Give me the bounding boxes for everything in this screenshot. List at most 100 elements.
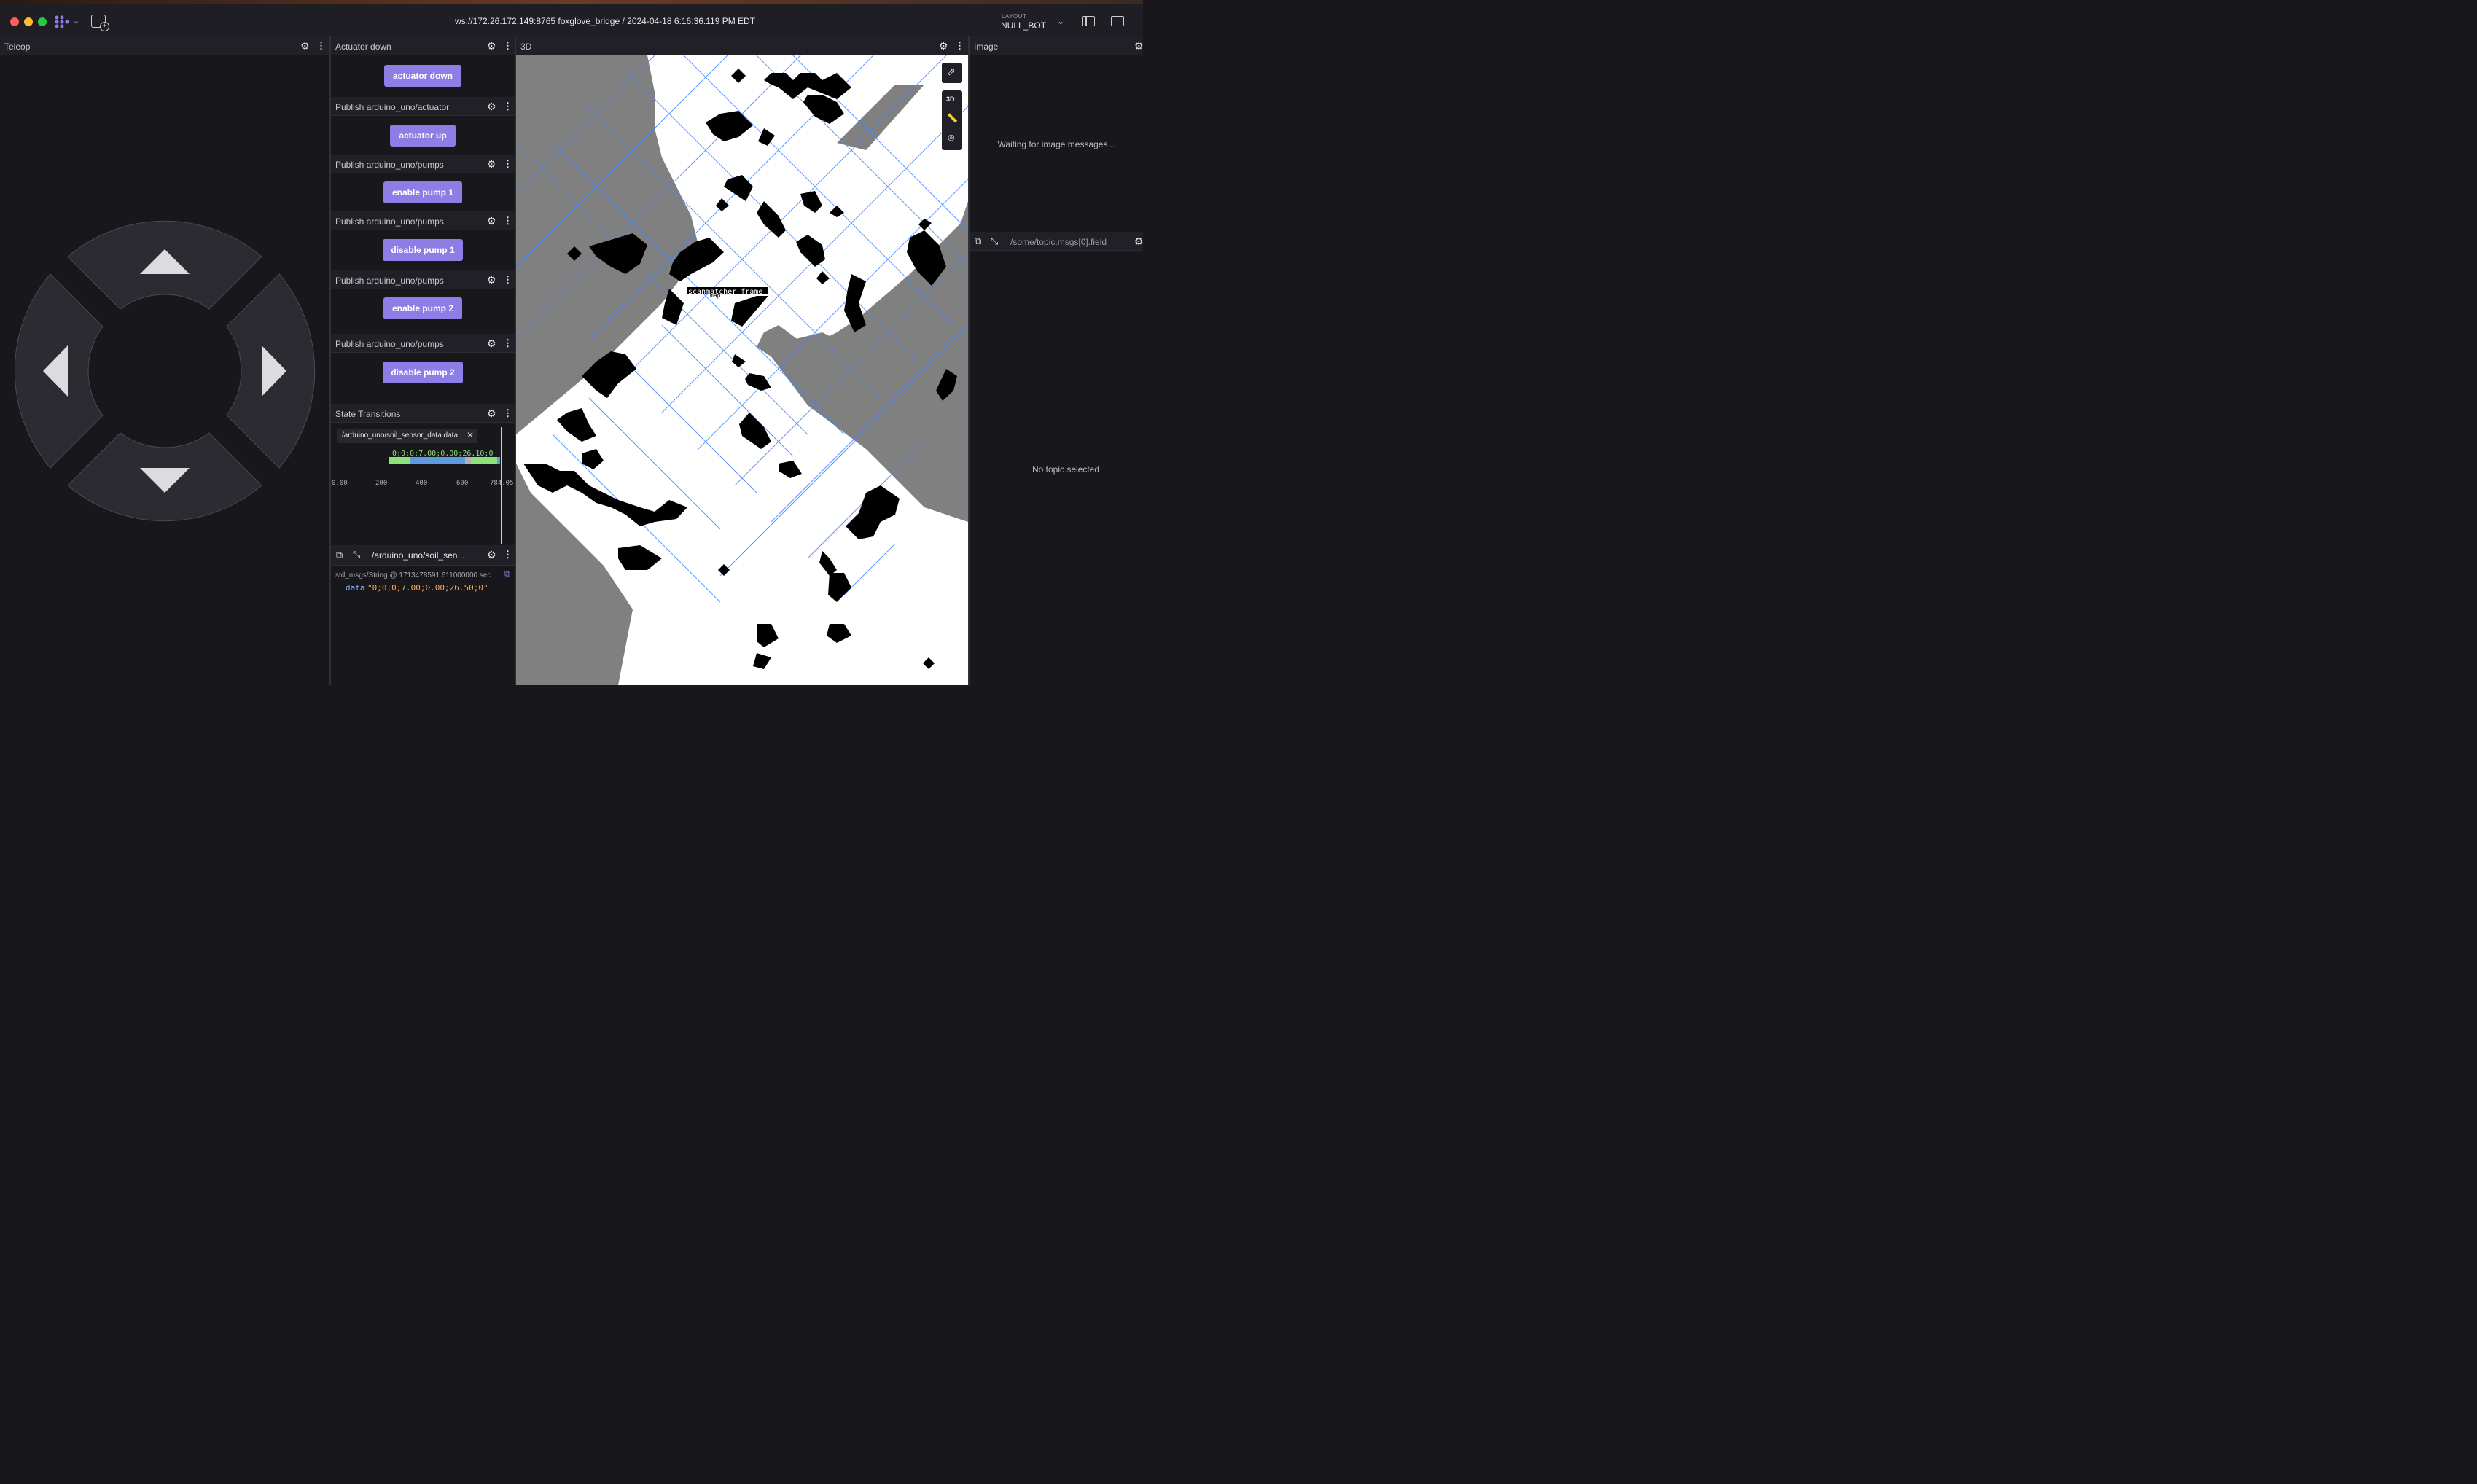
more-menu-icon[interactable]: ⋮ [316,40,326,52]
maximize-window-button[interactable] [38,17,47,26]
state-transitions-panel: State Transitions ⚙ ⋮ /arduino_uno/soil_… [331,404,515,544]
new-window-icon[interactable] [91,15,109,31]
interaction-toolbar: ⬀ [942,63,962,83]
teleop-dpad [14,220,316,522]
minimize-window-button[interactable] [24,17,33,26]
no-topic-message: No topic selected [1031,464,1100,475]
panel-header: Publish arduino_uno/pumps ⚙ ⋮ [331,155,515,173]
settings-gear-icon[interactable]: ⚙ [487,549,496,561]
enable-pump-1-button[interactable]: enable pump 1 [383,181,462,203]
3d-viewport[interactable]: scanmatcher_frame map [516,55,968,685]
frame-label-map: map [710,292,721,299]
panel-header: State Transitions ⚙ ⋮ [331,404,515,423]
panel-title: Publish arduino_uno/pumps [335,276,444,286]
button-panel-disable-pump-1: Publish arduino_uno/pumps ⚙ ⋮ disable pu… [331,211,515,270]
message-path-panel: ⧉ ⤡ /some/topic.msgs[0].field ⚙ No topic… [970,232,1143,685]
layout-chevron-icon[interactable]: ⌄ [1057,16,1064,26]
more-menu-icon[interactable]: ⋮ [503,40,512,52]
panel-title: Publish arduino_uno/pumps [335,339,444,349]
layout-selector[interactable]: NULL_BOT [1001,20,1046,31]
panel-title: State Transitions [335,409,401,419]
3d-panel: 3D ⚙ ⋮ scanmatcher_frame map ⬀ 3D 📏 ◎ [516,36,968,685]
panel-header: Publish arduino_uno/pumps ⚙ ⋮ [331,334,515,353]
settings-gear-icon[interactable]: ⚙ [300,40,310,52]
panel-title: Actuator down [335,42,391,52]
panel-title: Teleop [4,42,31,52]
more-menu-icon[interactable]: ⋮ [503,274,512,286]
desktop-strip [0,0,1143,4]
copy-icon[interactable]: ⧉ [336,550,343,561]
settings-gear-icon[interactable]: ⚙ [1134,40,1143,52]
button-panel-actuator-up: Publish arduino_uno/actuator ⚙ ⋮ actuato… [331,97,515,153]
panel-title: Image [974,42,999,52]
more-menu-icon[interactable]: ⋮ [955,40,964,52]
settings-gear-icon[interactable]: ⚙ [487,215,496,227]
close-window-button[interactable] [10,17,19,26]
button-panel-enable-pump-1: Publish arduino_uno/pumps ⚙ ⋮ enable pum… [331,155,515,210]
tick-label: 784.05 [490,480,514,487]
field-value: "0;0;0;7.00;0.00;26.50;0" [367,583,488,593]
settings-gear-icon[interactable]: ⚙ [1134,235,1143,248]
settings-gear-icon[interactable]: ⚙ [487,158,496,171]
image-panel: Image ⚙ Waiting for image messages... [970,36,1143,230]
select-cursor-icon[interactable]: ⬀ [947,66,956,78]
settings-gear-icon[interactable]: ⚙ [487,101,496,113]
panel-title: Publish arduino_uno/pumps [335,160,444,170]
more-menu-icon[interactable]: ⋮ [503,101,512,112]
teleop-panel: Teleop ⚙ ⋮ [0,36,329,685]
right-sidebar-toggle-icon[interactable] [1111,16,1124,26]
disable-pump-1-button[interactable]: disable pump 1 [383,239,463,261]
settings-gear-icon[interactable]: ⚙ [487,337,496,350]
disable-pump-2-button[interactable]: disable pump 2 [383,362,463,383]
panel-header: ⧉ ⤡ /some/topic.msgs[0].field ⚙ [970,232,1143,251]
copy-icon[interactable]: ⧉ [975,235,981,247]
actuator-up-button[interactable]: actuator up [390,125,456,147]
settings-gear-icon[interactable]: ⚙ [487,40,496,52]
more-menu-icon[interactable]: ⋮ [503,158,512,170]
more-menu-icon[interactable]: ⋮ [503,549,512,561]
ruler-icon[interactable]: 📏 [947,113,958,123]
panel-title: Publish arduino_uno/actuator [335,102,450,112]
settings-gear-icon[interactable]: ⚙ [939,40,948,52]
layout-caption: LAYOUT [1002,13,1027,20]
panel-header: Image ⚙ [970,36,1143,55]
target-icon[interactable]: ◎ [948,133,955,142]
state-bar [389,457,500,464]
panel-header: ⧉ ⤡ /arduino_uno/soil_sen... ⚙ ⋮ [331,545,515,566]
panel-title: Publish arduino_uno/pumps [335,216,444,227]
actuator-down-button[interactable]: actuator down [384,65,461,87]
button-panel-enable-pump-2: Publish arduino_uno/pumps ⚙ ⋮ enable pum… [331,270,515,332]
collapse-icon[interactable]: ⤡ [991,235,998,247]
settings-gear-icon[interactable]: ⚙ [487,407,496,420]
topic-path-input[interactable]: /arduino_uno/soil_sen... [372,550,464,561]
enable-pump-2-button[interactable]: enable pump 2 [383,297,462,319]
tick-label: 400 [416,480,428,487]
tick-label: 200 [375,480,388,487]
collapse-icon[interactable]: ⤡ [353,549,360,561]
copy-message-icon[interactable]: ⧉ [504,570,510,579]
connection-status: ws://172.26.172.149:8765 foxglove_bridge… [454,16,756,26]
tick-label: 600 [456,480,469,487]
more-menu-icon[interactable]: ⋮ [503,337,512,349]
more-menu-icon[interactable]: ⋮ [503,215,512,227]
topic-path-input[interactable]: /some/topic.msgs[0].field [1010,237,1107,247]
panel-header: Publish arduino_uno/pumps ⚙ ⋮ [331,270,515,289]
foxglove-logo-icon[interactable] [54,15,71,29]
chevron-down-icon[interactable]: ⌄ [73,16,79,26]
button-panel-disable-pump-2: Publish arduino_uno/pumps ⚙ ⋮ disable pu… [331,334,515,402]
button-panel-actuator-down: Actuator down ⚙ ⋮ actuator down [331,36,515,95]
settings-gear-icon[interactable]: ⚙ [487,274,496,286]
toggle-3d-button[interactable]: 3D [946,95,955,103]
tick-label: 0.00 [332,480,348,487]
series-chip-label: /arduino_uno/soil_sensor_data.data [342,431,459,440]
more-menu-icon[interactable]: ⋮ [503,407,512,419]
frame-label: scanmatcher_frame [688,288,762,296]
raw-messages-panel: ⧉ ⤡ /arduino_uno/soil_sen... ⚙ ⋮ std_msg… [331,545,515,685]
message-meta: std_msgs/String @ 1713478591.611000000 s… [335,571,491,579]
series-chip[interactable]: /arduino_uno/soil_sensor_data.data ✕ [337,429,477,443]
panel-header: Publish arduino_uno/actuator ⚙ ⋮ [331,97,515,116]
left-sidebar-toggle-icon[interactable] [1082,16,1095,26]
close-icon[interactable]: ✕ [467,430,474,440]
panel-header: Publish arduino_uno/pumps ⚙ ⋮ [331,211,515,230]
view-toolbar: 3D 📏 ◎ [942,90,962,150]
